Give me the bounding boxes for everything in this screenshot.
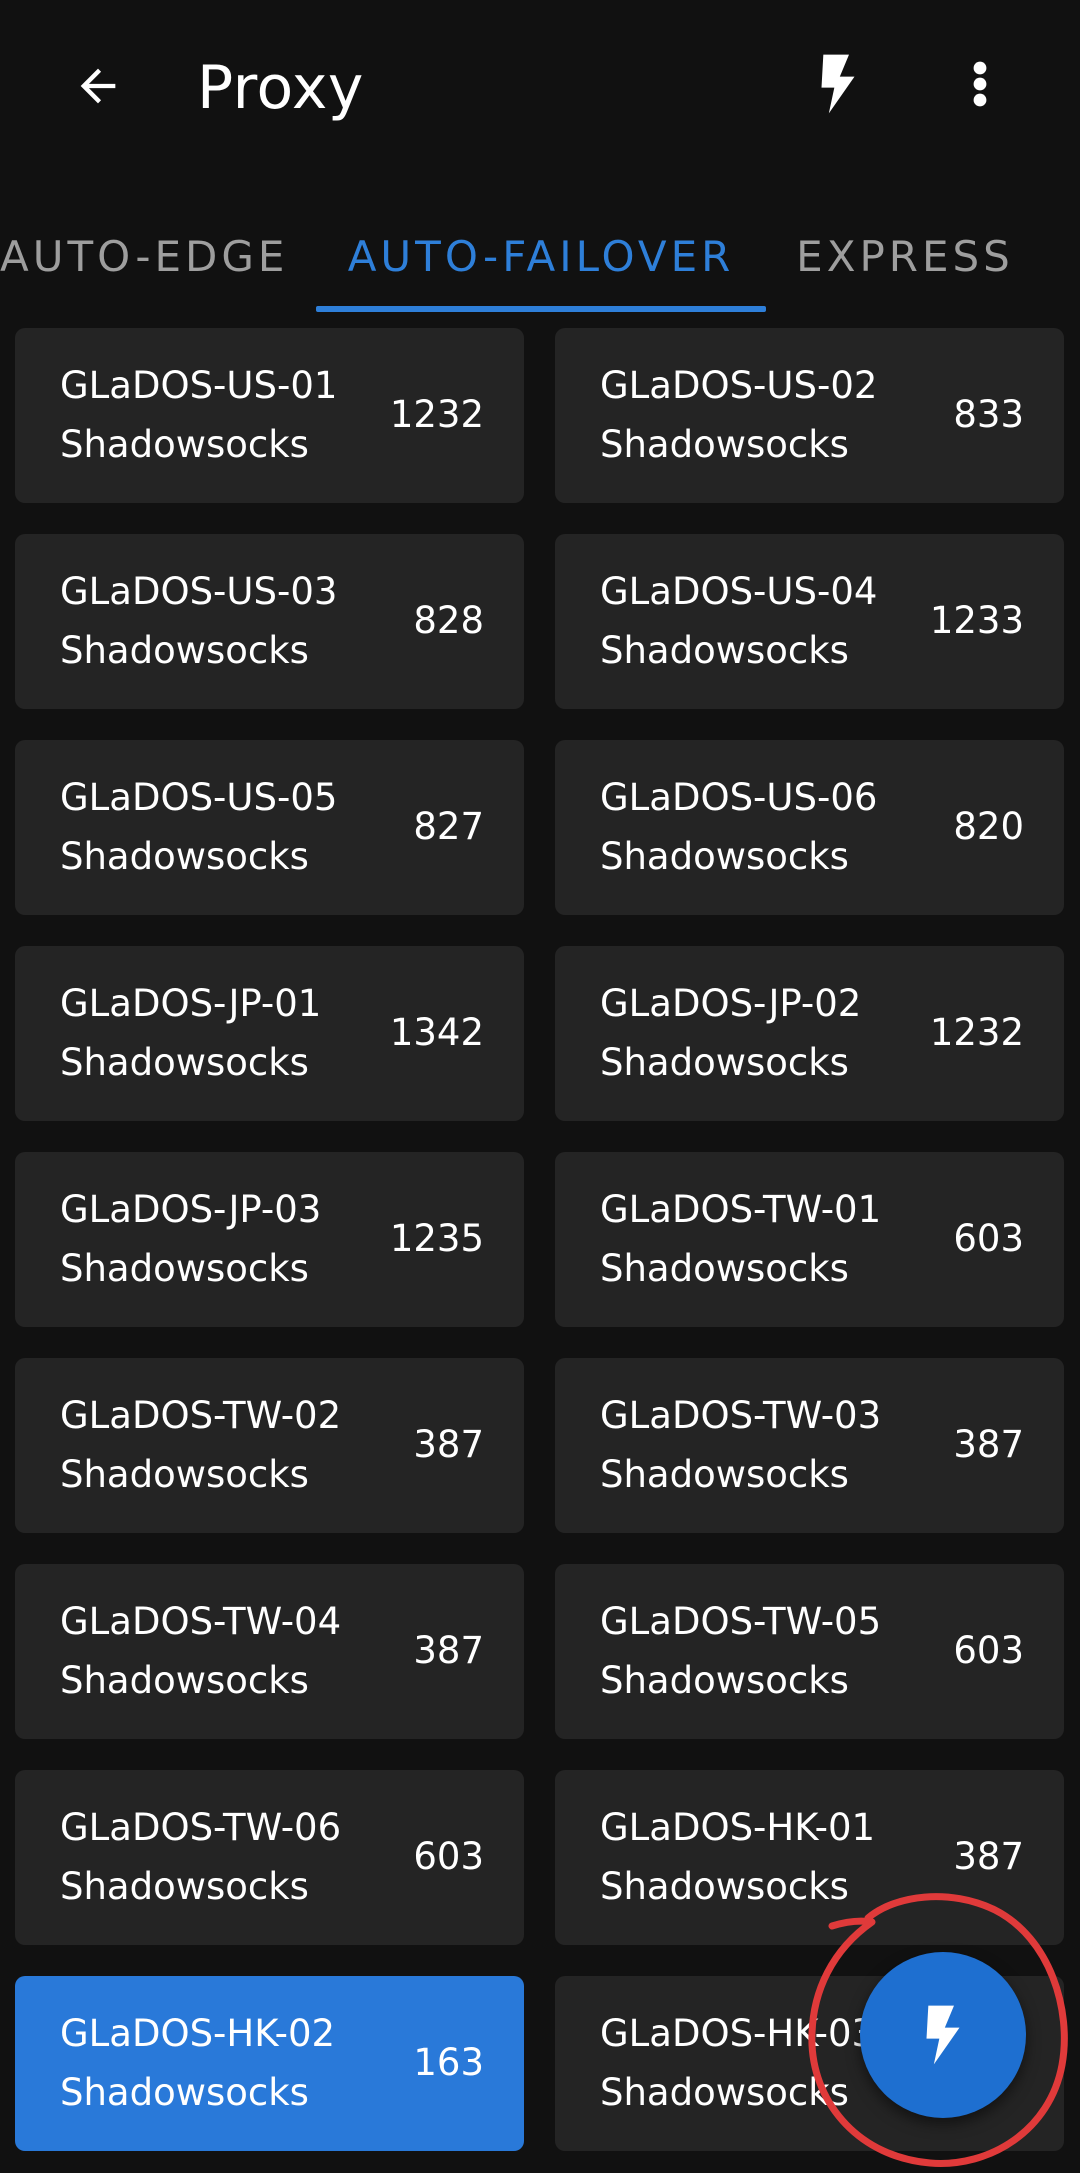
proxy-protocol: Shadowsocks (60, 1247, 309, 1290)
proxy-card[interactable]: GLaDOS-US-04 Shadowsocks 1233 (555, 534, 1064, 709)
page-title: Proxy (197, 53, 364, 123)
proxy-name: GLaDOS-JP-01 (60, 982, 322, 1025)
proxy-name: GLaDOS-US-04 (600, 570, 878, 613)
more-options-button[interactable] (944, 48, 1016, 120)
proxy-protocol: Shadowsocks (600, 423, 849, 466)
proxy-delay: 387 (413, 1423, 484, 1466)
proxy-name: GLaDOS-JP-02 (600, 982, 862, 1025)
proxy-card[interactable]: GLaDOS-TW-06 Shadowsocks 603 (15, 1770, 524, 1945)
proxy-name: GLaDOS-TW-04 (60, 1600, 342, 1643)
proxy-delay: 833 (953, 393, 1024, 436)
proxy-name: GLaDOS-TW-05 (600, 1600, 882, 1643)
proxy-card[interactable]: GLaDOS-HK-02 Shadowsocks 163 (15, 1976, 524, 2151)
proxy-delay: 1232 (929, 1011, 1024, 1054)
proxy-card[interactable]: GLaDOS-US-06 Shadowsocks 820 (555, 740, 1064, 915)
tab-express[interactable]: EXPRESS (790, 200, 1020, 312)
proxy-delay: 1235 (389, 1217, 484, 1260)
proxy-protocol: Shadowsocks (600, 1041, 849, 1084)
proxy-name: GLaDOS-US-01 (60, 364, 338, 407)
proxy-delay: 603 (953, 1217, 1024, 1260)
proxy-card[interactable]: GLaDOS-TW-02 Shadowsocks 387 (15, 1358, 524, 1533)
tab-auto-edge[interactable]: AUTO-EDGE (0, 200, 285, 312)
proxy-name: GLaDOS-JP-03 (60, 1188, 322, 1231)
arrow-back-icon (80, 68, 116, 104)
proxy-card[interactable]: GLaDOS-TW-01 Shadowsocks 603 (555, 1152, 1064, 1327)
proxy-delay: 1232 (389, 393, 484, 436)
proxy-protocol: Shadowsocks (600, 1247, 849, 1290)
lightning-bolt-icon (926, 2005, 960, 2065)
proxy-card[interactable]: GLaDOS-HK-01 Shadowsocks 387 (555, 1770, 1064, 1945)
proxy-card[interactable]: GLaDOS-US-03 Shadowsocks 828 (15, 534, 524, 709)
proxy-protocol: Shadowsocks (60, 835, 309, 878)
proxy-protocol: Shadowsocks (60, 2071, 309, 2114)
proxy-delay: 828 (413, 599, 484, 642)
proxy-delay: 387 (953, 1835, 1024, 1878)
proxy-name: GLaDOS-US-03 (60, 570, 338, 613)
proxy-protocol: Shadowsocks (60, 1659, 309, 1702)
proxy-delay: 603 (953, 1629, 1024, 1672)
proxy-name: GLaDOS-HK-01 (600, 1806, 876, 1849)
proxy-delay: 1233 (929, 599, 1024, 642)
proxy-protocol: Shadowsocks (600, 1453, 849, 1496)
back-button[interactable] (62, 50, 134, 122)
proxy-name: GLaDOS-US-05 (60, 776, 338, 819)
proxy-name: GLaDOS-TW-03 (600, 1394, 882, 1437)
proxy-card[interactable]: GLaDOS-TW-03 Shadowsocks 387 (555, 1358, 1064, 1533)
proxy-name: GLaDOS-TW-06 (60, 1806, 342, 1849)
proxy-name: GLaDOS-US-02 (600, 364, 878, 407)
proxy-delay: 163 (413, 2041, 484, 2084)
proxy-protocol: Shadowsocks (60, 1453, 309, 1496)
proxy-name: GLaDOS-HK-02 (60, 2012, 336, 2055)
proxy-card[interactable]: GLaDOS-TW-05 Shadowsocks 603 (555, 1564, 1064, 1739)
test-delay-fab[interactable] (860, 1952, 1026, 2118)
proxy-protocol: Shadowsocks (60, 629, 309, 672)
proxy-group-tabs: AUTO-EDGE AUTO-FAILOVER EXPRESS (0, 200, 1080, 315)
proxy-protocol: Shadowsocks (60, 1041, 309, 1084)
proxy-card[interactable]: GLaDOS-JP-02 Shadowsocks 1232 (555, 946, 1064, 1121)
proxy-protocol: Shadowsocks (600, 2071, 849, 2114)
proxy-protocol: Shadowsocks (600, 835, 849, 878)
proxy-card[interactable]: GLaDOS-US-01 Shadowsocks 1232 (15, 328, 524, 503)
test-delay-button[interactable] (802, 48, 874, 120)
proxy-delay: 827 (413, 805, 484, 848)
lightning-bolt-icon (821, 54, 855, 114)
proxy-protocol: Shadowsocks (600, 1865, 849, 1908)
proxy-card[interactable]: GLaDOS-JP-01 Shadowsocks 1342 (15, 946, 524, 1121)
proxy-delay: 820 (953, 805, 1024, 848)
tab-indicator (316, 306, 766, 312)
tab-auto-failover[interactable]: AUTO-FAILOVER (316, 200, 766, 312)
proxy-card[interactable]: GLaDOS-US-05 Shadowsocks 827 (15, 740, 524, 915)
proxy-name: GLaDOS-TW-02 (60, 1394, 342, 1437)
proxy-delay: 387 (413, 1629, 484, 1672)
app-bar: Proxy (0, 0, 1080, 175)
proxy-protocol: Shadowsocks (600, 1659, 849, 1702)
proxy-delay: 1342 (389, 1011, 484, 1054)
proxy-name: GLaDOS-TW-01 (600, 1188, 882, 1231)
proxy-delay: 387 (953, 1423, 1024, 1466)
proxy-name: GLaDOS-HK-03 (600, 2012, 876, 2055)
proxy-name: GLaDOS-US-06 (600, 776, 878, 819)
proxy-protocol: Shadowsocks (600, 629, 849, 672)
proxy-card[interactable]: GLaDOS-TW-04 Shadowsocks 387 (15, 1564, 524, 1739)
proxy-delay: 603 (413, 1835, 484, 1878)
more-vert-icon (973, 61, 987, 107)
proxy-protocol: Shadowsocks (60, 423, 309, 466)
proxy-card[interactable]: GLaDOS-US-02 Shadowsocks 833 (555, 328, 1064, 503)
proxy-card[interactable]: GLaDOS-JP-03 Shadowsocks 1235 (15, 1152, 524, 1327)
proxy-protocol: Shadowsocks (60, 1865, 309, 1908)
